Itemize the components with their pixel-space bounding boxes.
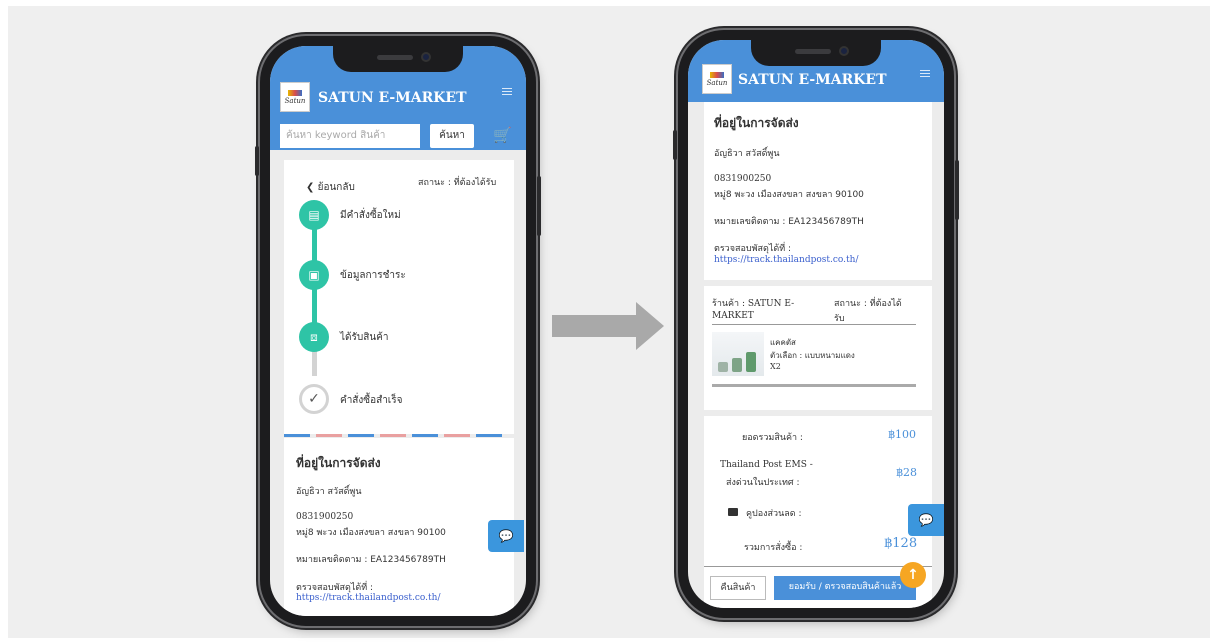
phone-button <box>673 130 677 160</box>
return-button[interactable]: คืนสินค้า <box>710 576 766 600</box>
address-card: ที่อยู่ในการจัดส่ง อัญธิวา สวัสดิ์พูน 08… <box>704 102 932 280</box>
left-phone: Satun SATUN E-MARKET ค้นหา keyword สินค้… <box>255 36 541 626</box>
arrow-right-icon <box>552 302 664 350</box>
money-icon: ▣ <box>299 260 329 290</box>
box-icon: ⧈ <box>299 322 329 352</box>
phone-button <box>955 160 959 220</box>
right-phone: Satun SATUN E-MARKET ที่อยู่ในการจัดส่ง … <box>673 30 959 618</box>
phone-button <box>537 176 541 236</box>
coupon-icon <box>728 508 738 516</box>
divider <box>316 434 342 437</box>
check-icon: ✓ <box>299 384 329 414</box>
address-card: ที่อยู่ในการจัดส่ง อัญธิวา สวัสดิ์พูน 08… <box>284 438 514 616</box>
menu-icon[interactable] <box>502 88 512 97</box>
cart-icon[interactable]: 🛒 <box>493 126 512 144</box>
recipient-name: อัญธิวา สวัสดิ์พูน <box>296 487 362 497</box>
search-input[interactable]: ค้นหา keyword สินค้า <box>280 124 420 148</box>
divider <box>444 434 470 437</box>
scroll-to-top-icon[interactable]: ↑ <box>900 562 926 588</box>
divider <box>284 434 310 437</box>
total-value: ฿128 <box>884 536 918 551</box>
divider <box>712 324 916 325</box>
left-screen: Satun SATUN E-MARKET ค้นหา keyword สินค้… <box>270 46 526 616</box>
product-quantity: X2 <box>770 362 781 371</box>
tracking-check-label: ตรวจสอบพัสดุได้ที่ : <box>296 583 374 593</box>
address-title: ที่อยู่ในการจัดส่ง <box>296 456 381 470</box>
address-title: ที่อยู่ในการจัดส่ง <box>714 116 799 130</box>
tracking-number: หมายเลขติดตาม : EA123456789TH <box>714 217 864 227</box>
menu-icon[interactable] <box>920 70 930 79</box>
step-label: ข้อมูลการชำระ <box>340 270 406 281</box>
tracking-link[interactable]: https://track.thailandpost.co.th/ <box>714 255 859 265</box>
product-name: แคคตัส <box>770 338 796 347</box>
tracking-link[interactable]: https://track.thailandpost.co.th/ <box>296 593 441 603</box>
subtotal-label: ยอดรวมสินค้า : <box>742 433 803 443</box>
shop-name: ร้านค้า : SATUN E- <box>712 299 795 309</box>
tracking-check-label: ตรวจสอบพัสดุได้ที่ : <box>714 244 792 254</box>
right-screen: Satun SATUN E-MARKET ที่อยู่ในการจัดส่ง … <box>688 40 944 608</box>
brand-title[interactable]: SATUN E-MARKET <box>738 72 887 88</box>
order-summary: ยอดรวมสินค้า : ฿100 Thailand Post EMS - … <box>704 416 932 608</box>
product-thumbnail[interactable] <box>712 332 764 376</box>
divider <box>380 434 406 437</box>
tracking-number: หมายเลขติดตาม : EA123456789TH <box>296 555 446 565</box>
product-option: ตัวเลือก : แบบหนามแดง <box>770 351 855 360</box>
shop-name-cont: MARKET <box>712 311 754 321</box>
divider <box>704 566 932 567</box>
order-status-card: ❮ ย้อนกลับ สถานะ : ที่ต้องได้รับ ▤ มีคำส… <box>284 160 514 434</box>
divider <box>476 434 502 437</box>
item-status-cont: รับ <box>834 314 845 324</box>
chat-icon[interactable]: 💬 <box>908 504 944 536</box>
search-button[interactable]: ค้นหา <box>430 124 474 148</box>
item-status: สถานะ : ที่ต้องได้ <box>834 299 902 309</box>
brand-logo[interactable]: Satun <box>702 64 732 94</box>
order-status: สถานะ : ที่ต้องได้รับ <box>418 178 497 188</box>
total-label: รวมการสั่งซื้อ : <box>744 543 803 553</box>
recipient-phone: 0831900250 <box>296 512 354 522</box>
order-item-card: ร้านค้า : SATUN E- MARKET สถานะ : ที่ต้อ… <box>704 286 932 410</box>
shipping-value: ฿28 <box>896 466 917 479</box>
notch <box>333 46 463 72</box>
recipient-address: หมู่8 พะวง เมืองสงขลา สงขลา 90100 <box>714 190 864 200</box>
back-link[interactable]: ❮ ย้อนกลับ <box>306 180 355 195</box>
step-label: คำสั่งซื้อสำเร็จ <box>340 395 403 406</box>
receipt-icon: ▤ <box>299 200 329 230</box>
brand-title[interactable]: SATUN E-MARKET <box>318 90 467 106</box>
phone-button <box>255 146 259 176</box>
notch <box>751 40 881 66</box>
recipient-name: อัญธิวา สวัสดิ์พูน <box>714 149 780 159</box>
confirm-received-button[interactable]: ยอมรับ / ตรวจสอบสินค้าแล้ว <box>774 576 916 600</box>
coupon-label[interactable]: คูปองส่วนลด : <box>746 506 802 520</box>
shipping-label-cont: ส่งด่วนในประเทศ : <box>726 478 800 488</box>
step-label: ได้รับสินค้า <box>340 332 389 343</box>
shipping-label: Thailand Post EMS - <box>720 460 813 470</box>
subtotal-value: ฿100 <box>888 428 916 441</box>
item-scrollbar[interactable] <box>712 384 916 387</box>
recipient-address: หมู่8 พะวง เมืองสงขลา สงขลา 90100 <box>296 528 446 538</box>
brand-logo[interactable]: Satun <box>280 82 310 112</box>
divider <box>412 434 438 437</box>
divider <box>348 434 374 437</box>
chevron-left-icon: ❮ <box>306 182 315 193</box>
chat-icon[interactable]: 💬 <box>488 520 524 552</box>
recipient-phone: 0831900250 <box>714 174 772 184</box>
step-label: มีคำสั่งซื้อใหม่ <box>340 210 401 221</box>
